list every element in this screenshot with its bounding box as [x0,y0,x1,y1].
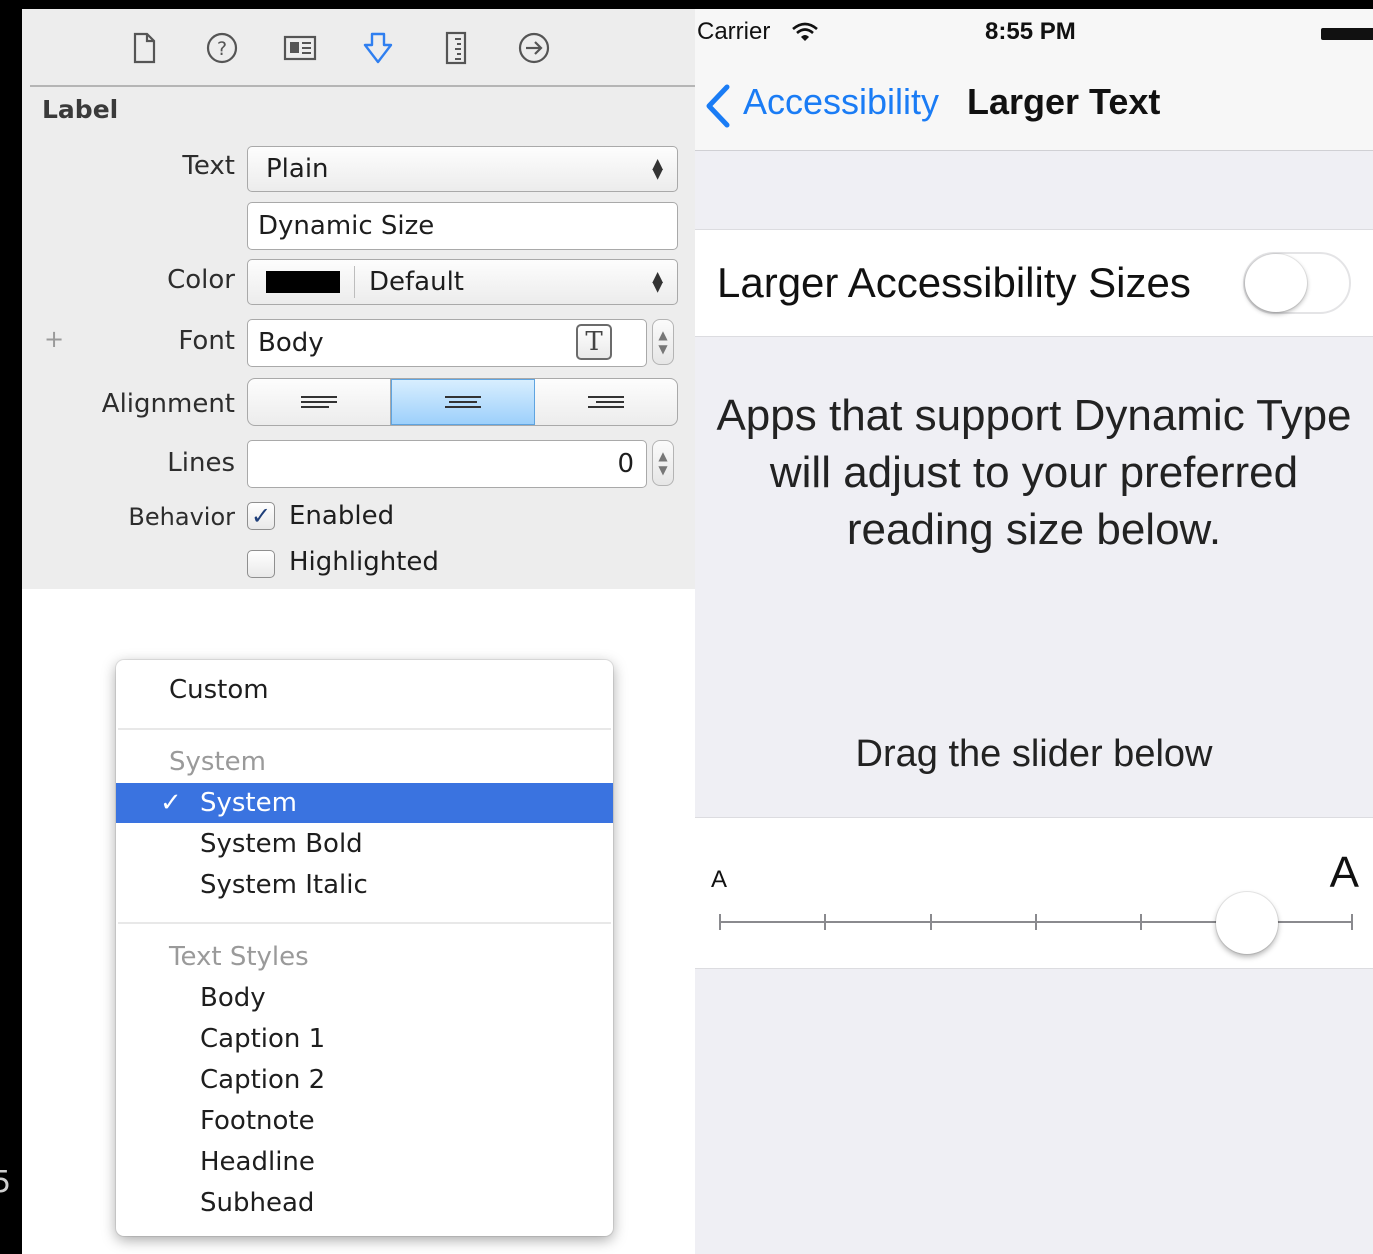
lines-label: Lines [167,448,235,478]
status-time: 8:55 PM [985,18,1076,45]
larger-sizes-cell: Larger Accessibility Sizes [695,229,1373,337]
menu-header-text-styles: Text Styles [169,942,309,972]
larger-sizes-switch[interactable] [1243,252,1351,314]
font-label: Font [178,326,235,356]
color-label: Color [167,265,235,295]
carrier-text: Carrier [697,18,771,45]
ios-simulator-screen: Carrier 8:55 PM Accessibility Larger Tex… [695,9,1373,1254]
stepper-up-icon[interactable]: ▲ [658,449,667,463]
slider-tick [719,914,721,930]
slider-tick [824,914,827,930]
text-type-popup[interactable]: Plain ▲ ▼ [247,146,678,192]
alignment-control[interactable] [247,378,678,426]
align-right-segment[interactable] [535,379,677,425]
help-icon[interactable]: ? [202,28,242,68]
status-bar: Carrier 8:55 PM [695,9,1373,59]
menu-item-body[interactable]: Body [116,983,613,1013]
larger-sizes-label: Larger Accessibility Sizes [717,259,1191,306]
highlighted-checkbox[interactable] [247,550,275,578]
menu-item-system[interactable]: ✓ System [116,783,613,823]
alignment-label: Alignment [101,389,235,419]
partial-edge-text: 5 [0,1165,12,1200]
highlighted-label: Highlighted [289,547,439,577]
color-swatch [266,271,340,293]
text-content-field[interactable]: Dynamic Size [247,202,678,250]
align-center-icon [445,396,481,408]
font-size-stepper[interactable]: ▲ ▼ [652,319,674,365]
switch-knob [1245,254,1307,312]
drag-hint-text: Drag the slider below [855,733,1213,775]
popup-divider [354,266,355,298]
navigation-bar: Accessibility Larger Text [695,59,1373,151]
toolbar-divider [30,85,695,87]
align-left-segment[interactable] [248,379,391,425]
menu-separator [118,922,611,924]
menu-header-system: System [169,747,266,777]
small-text-label: A [711,866,728,893]
color-popup[interactable]: Default ▲ ▼ [247,259,678,305]
battery-icon [1321,28,1373,40]
text-content-value: Dynamic Size [258,211,435,241]
slider-tick [1140,914,1143,930]
font-field[interactable]: Body T [247,319,647,367]
menu-item-caption-2[interactable]: Caption 2 [116,1065,613,1095]
menu-item-custom[interactable]: Custom [116,675,613,705]
connections-icon[interactable] [514,28,554,68]
checkmark-icon: ✓ [250,502,272,530]
popup-arrows-icon: ▲ ▼ [652,269,663,295]
identity-icon[interactable] [280,28,320,68]
text-type-value: Plain [266,154,329,184]
file-icon[interactable] [124,28,164,68]
menu-item-system-italic[interactable]: System Italic [116,870,613,900]
align-center-segment[interactable] [391,379,535,425]
font-picker-button[interactable]: T [576,324,612,360]
slider-tick [1351,914,1353,930]
large-text-label: A [1329,848,1359,897]
size-icon[interactable] [436,28,476,68]
align-right-icon [588,396,624,408]
menu-item-subhead[interactable]: Subhead [116,1188,613,1218]
nav-title: Larger Text [967,81,1161,122]
menu-item-headline[interactable]: Headline [116,1147,613,1177]
enabled-label: Enabled [289,501,395,531]
align-left-icon [301,396,337,408]
lines-stepper[interactable]: ▲ ▼ [652,440,674,486]
check-icon: ✓ [160,788,182,818]
back-button[interactable]: Accessibility [743,81,939,123]
description-text: Apps that support Dynamic Type will adju… [716,391,1352,554]
lines-field[interactable]: 0 [247,440,647,488]
stepper-down-icon[interactable]: ▼ [658,463,667,477]
behavior-label: Behavior [128,503,235,531]
slider-thumb[interactable] [1215,892,1278,954]
inspector-panel: ? Label Text Plain ▲ ▼ Dynamic Size Colo… [22,9,695,589]
font-value: Body [258,328,324,358]
attributes-icon[interactable] [358,28,398,68]
slider-tick [1035,914,1037,930]
svg-text:?: ? [216,38,226,60]
font-menu: Custom System ✓ System System Bold Syste… [116,660,613,1236]
add-variation-button[interactable]: + [44,325,64,353]
text-size-slider-cell: A A [695,817,1373,969]
menu-separator [118,728,611,730]
stepper-down-icon[interactable]: ▼ [658,342,667,356]
menu-item-system-bold[interactable]: System Bold [116,829,613,859]
back-chevron-icon[interactable] [703,83,735,129]
color-value: Default [369,267,464,297]
popup-arrows-icon: ▲ ▼ [652,156,663,182]
inspector-toolbar: ? [22,9,695,87]
menu-item-caption-1[interactable]: Caption 1 [116,1024,613,1054]
menu-item-label: System [200,788,297,818]
text-label: Text [182,151,235,181]
menu-item-footnote[interactable]: Footnote [116,1106,613,1136]
section-title: Label [42,95,119,124]
slider-tick [929,914,932,930]
stepper-up-icon[interactable]: ▲ [658,328,667,342]
enabled-checkbox[interactable]: ✓ [247,502,275,530]
attributes-inspector: ? Label Text Plain ▲ ▼ Dynamic Size Colo… [22,9,695,1254]
wifi-icon [792,22,818,41]
lines-value: 0 [617,449,634,479]
